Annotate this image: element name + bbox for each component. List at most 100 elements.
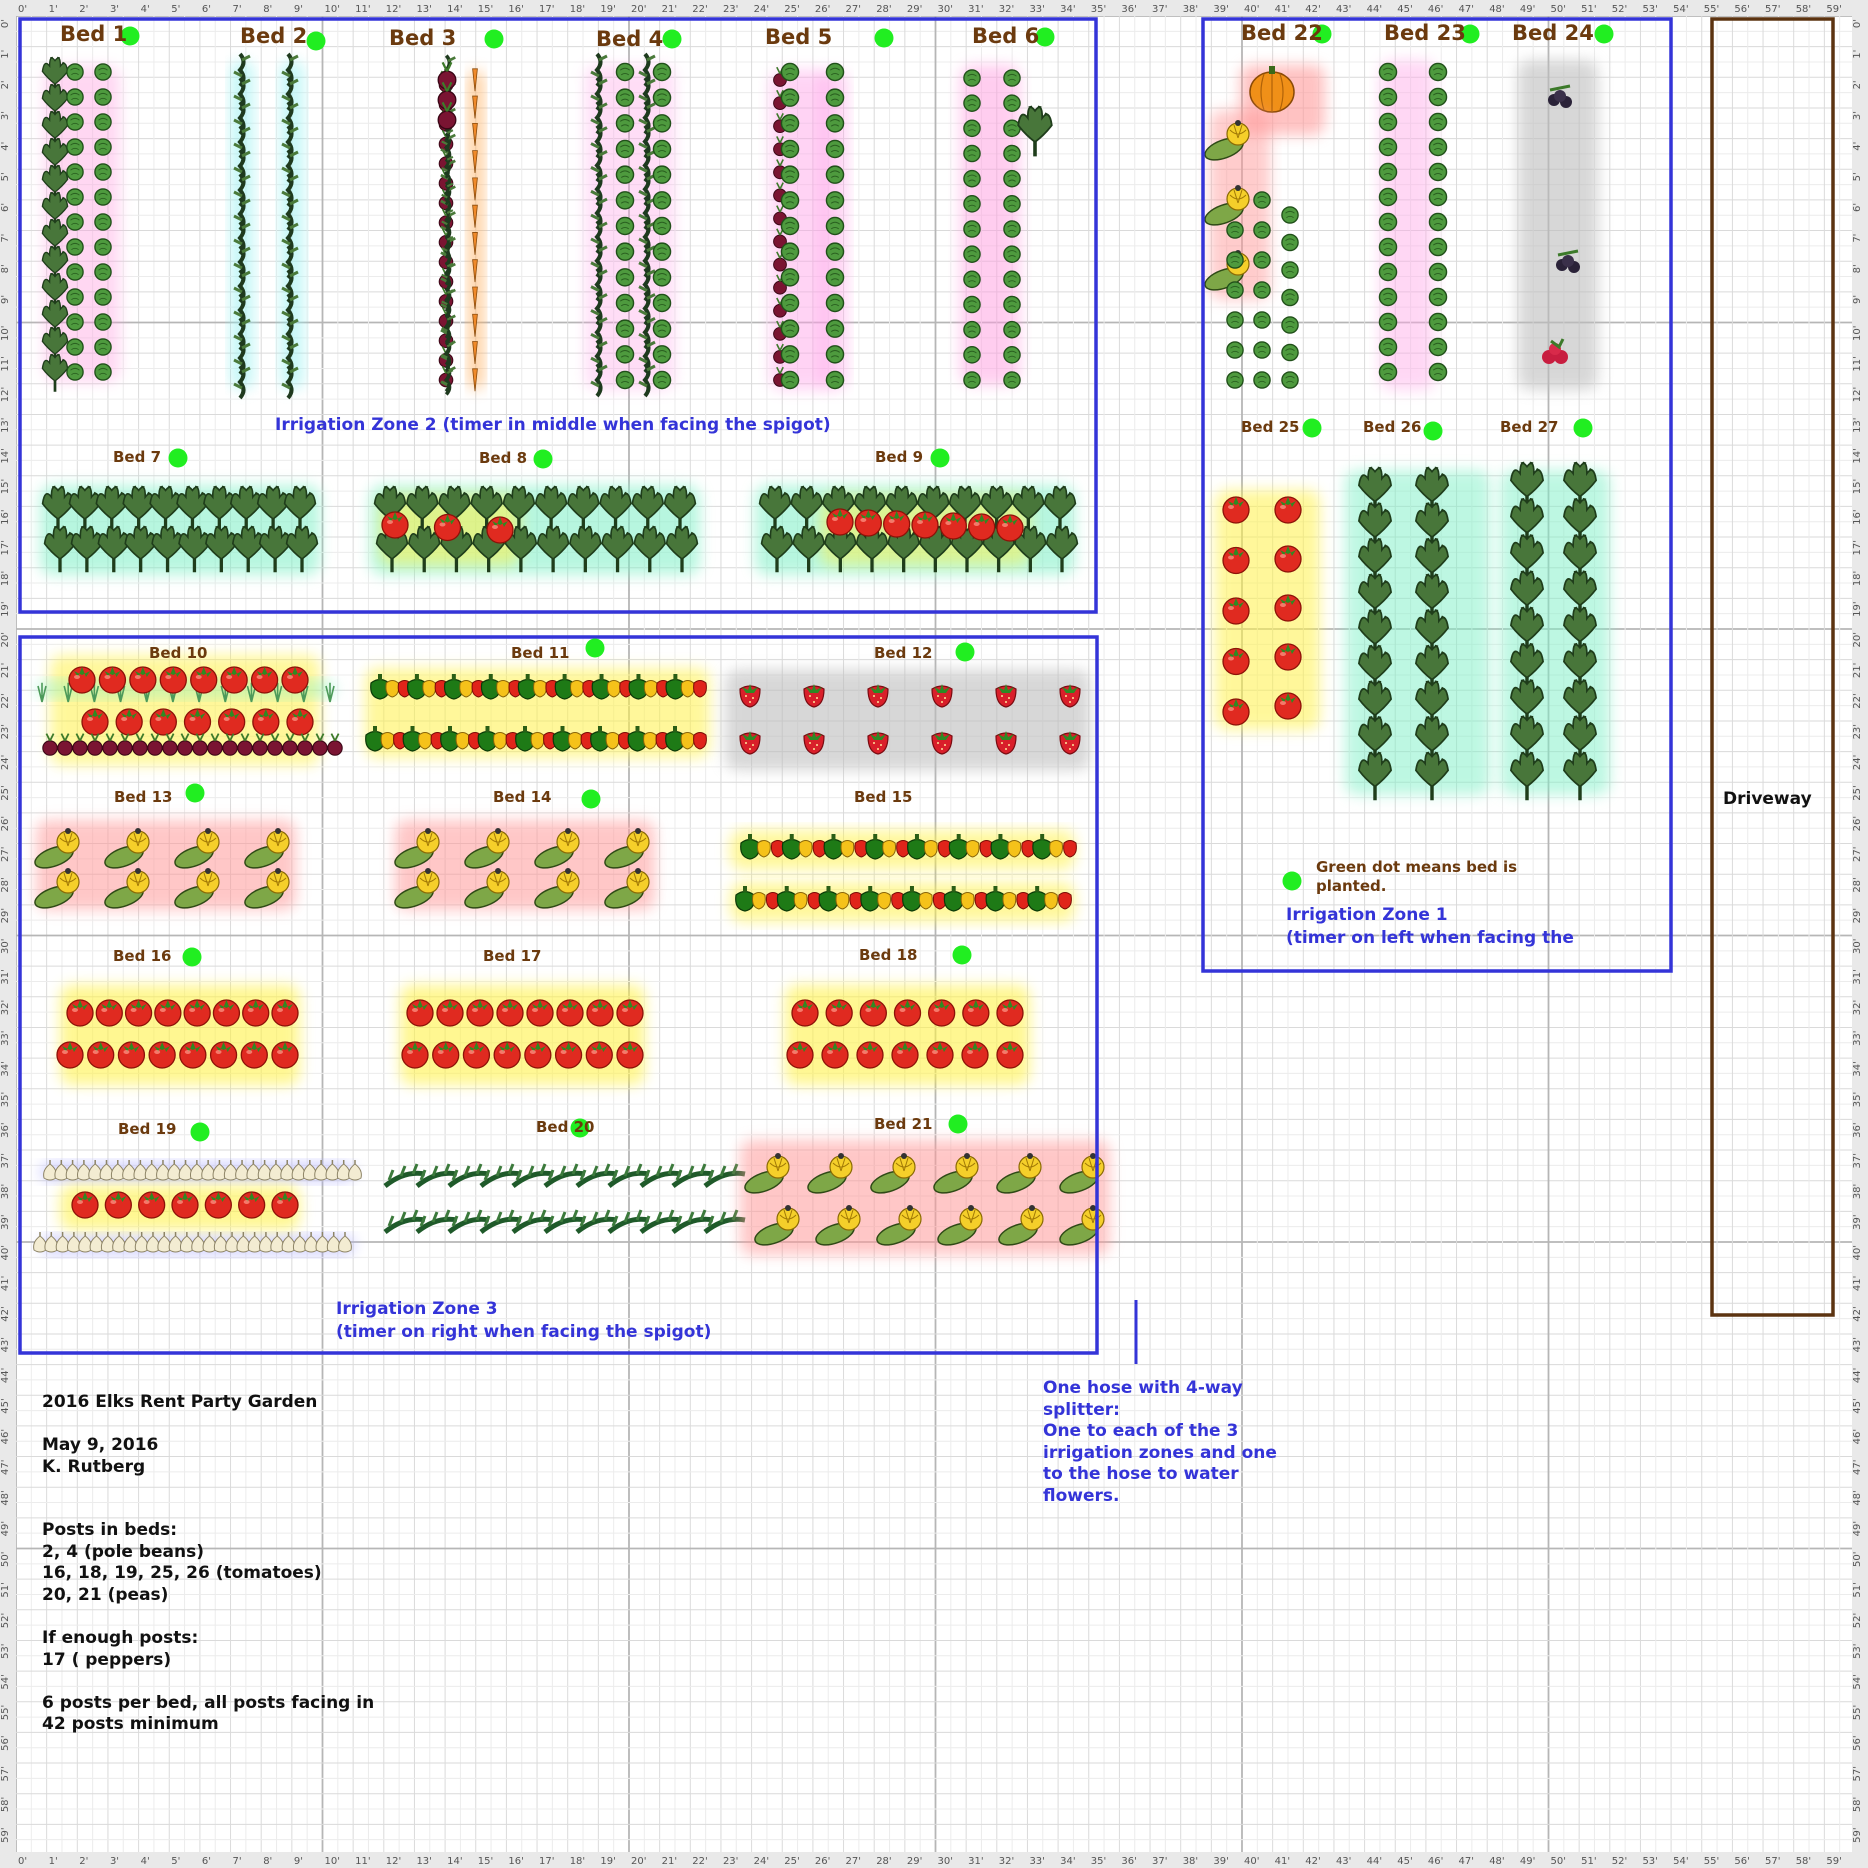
lettuce-icon — [825, 293, 845, 313]
lettuce-icon — [652, 139, 672, 159]
lettuce-icon — [652, 345, 672, 364]
lettuce-icon — [780, 370, 800, 390]
lettuce-icon — [780, 293, 800, 313]
lettuce-icon — [963, 295, 981, 314]
ruler-tick-label: 38' — [1852, 1184, 1863, 1199]
ruler-tick-label: 55' — [1704, 1856, 1719, 1867]
pepper-icon — [570, 680, 584, 698]
lettuce-icon — [94, 188, 112, 206]
lettuce-icon — [94, 63, 112, 81]
ruler-tick-label: 46' — [1852, 1429, 1863, 1444]
lettuce-icon — [1003, 295, 1021, 314]
lettuce-icon — [66, 363, 84, 381]
lettuce-icon — [1378, 362, 1398, 382]
pepper-icon — [493, 732, 507, 750]
ruler-tick-label: 30' — [938, 4, 953, 15]
lettuce-icon — [94, 138, 112, 156]
lettuce-icon — [1378, 237, 1398, 257]
tomato-icon — [171, 1191, 199, 1219]
tomato-icon — [220, 666, 248, 694]
lettuce-icon — [1003, 245, 1021, 263]
ruler-tick-label: 56' — [0, 1735, 11, 1750]
lettuce-icon — [963, 169, 981, 188]
ruler-tick-label: 49' — [0, 1521, 11, 1536]
lettuce-icon — [66, 63, 84, 81]
ruler-tick-label: 11' — [0, 356, 11, 371]
ruler-tick-label: 11' — [1852, 356, 1863, 371]
ruler-tick-label: 59' — [0, 1827, 11, 1842]
ruler-tick-label: 52' — [1852, 1613, 1863, 1628]
ruler-tick-label: 19' — [1852, 601, 1863, 616]
ruler-tick-label: 45' — [0, 1398, 11, 1413]
lettuce-icon — [652, 114, 672, 133]
ruler-tick-label: 24' — [0, 755, 11, 770]
pepper-icon — [1058, 892, 1072, 910]
ruler-tick-label: 29' — [907, 1856, 922, 1867]
planted-dot — [930, 448, 950, 468]
lettuce-icon — [94, 163, 112, 181]
ruler-tick-label: 24' — [754, 1856, 769, 1867]
ruler-tick-label: 41' — [0, 1276, 11, 1291]
bed-highlight — [1518, 60, 1598, 390]
ruler-tick-label: 43' — [0, 1337, 11, 1352]
pepper-icon — [693, 732, 707, 750]
ruler-tick-label: 29' — [0, 908, 11, 923]
lettuce-icon — [1378, 187, 1398, 207]
lettuce-icon — [963, 94, 981, 112]
ruler-tick-label: 35' — [1091, 4, 1106, 15]
ruler-tick-label: 6' — [0, 203, 11, 212]
ruler-tick-label: 46' — [1428, 1856, 1443, 1867]
ruler-tick-label: 46' — [0, 1429, 11, 1444]
lettuce-icon — [963, 195, 981, 213]
tomato-icon — [893, 999, 922, 1027]
ruler-tick-label: 32' — [999, 4, 1014, 15]
ruler-tick-label: 51' — [0, 1582, 11, 1597]
ruler-tick-label: 35' — [1091, 1856, 1106, 1867]
tomato-icon — [148, 1041, 176, 1069]
ruler-tick-label: 28' — [0, 877, 11, 892]
ruler-tick-label: 3' — [110, 1856, 119, 1867]
lettuce-icon — [615, 216, 635, 236]
tomato-icon — [115, 708, 143, 736]
ruler-tick-label: 29' — [907, 4, 922, 15]
ruler-tick-label: 49' — [1520, 1856, 1535, 1867]
ruler-tick-label: 35' — [1852, 1092, 1863, 1107]
tomato-icon — [66, 999, 94, 1027]
ruler-tick-label: 9' — [1852, 295, 1863, 304]
ruler-tick-label: 58' — [0, 1797, 11, 1812]
lettuce-icon — [1378, 87, 1398, 107]
ruler-tick-label: 16' — [508, 4, 523, 15]
ruler-tick-label: 51' — [1581, 1856, 1596, 1867]
ruler-tick-label: 31' — [968, 1856, 983, 1867]
lettuce-icon — [780, 345, 800, 364]
pepper-icon — [693, 680, 707, 698]
ruler-tick-label: 1' — [49, 4, 58, 15]
ruler-tick-label: 23' — [723, 1856, 738, 1867]
ruler-tick-label: 55' — [1852, 1705, 1863, 1720]
ruler-tick-label: 26' — [0, 816, 11, 831]
ruler-tick-label: 38' — [0, 1184, 11, 1199]
lettuce-icon — [1378, 312, 1398, 332]
ruler-tick-label: 50' — [1852, 1552, 1863, 1567]
ruler-tick-label: 17' — [539, 4, 554, 15]
lettuce-icon — [1253, 251, 1271, 269]
ruler-tick-label: 46' — [1428, 4, 1443, 15]
ruler-tick-label: 41' — [1275, 1856, 1290, 1867]
lettuce-icon — [963, 119, 981, 138]
ruler-tick-label: 51' — [1852, 1582, 1863, 1597]
lettuce-icon — [1281, 261, 1299, 279]
ruler-tick-label: 20' — [1852, 632, 1863, 647]
ruler-tick-label: 22' — [692, 4, 707, 15]
lettuce-icon — [66, 88, 84, 106]
ruler-tick-label: 31' — [0, 969, 11, 984]
tomato-icon — [883, 510, 911, 538]
lettuce-icon — [1428, 287, 1448, 307]
planted-dot — [570, 1118, 590, 1138]
lettuce-icon — [825, 88, 845, 107]
lettuce-icon — [1253, 281, 1271, 299]
garlic-icon — [347, 1159, 363, 1181]
lettuce-icon — [1281, 343, 1299, 362]
lettuce-icon — [1281, 206, 1299, 224]
tomato-icon — [1222, 496, 1250, 524]
lettuce-icon — [1253, 191, 1271, 209]
